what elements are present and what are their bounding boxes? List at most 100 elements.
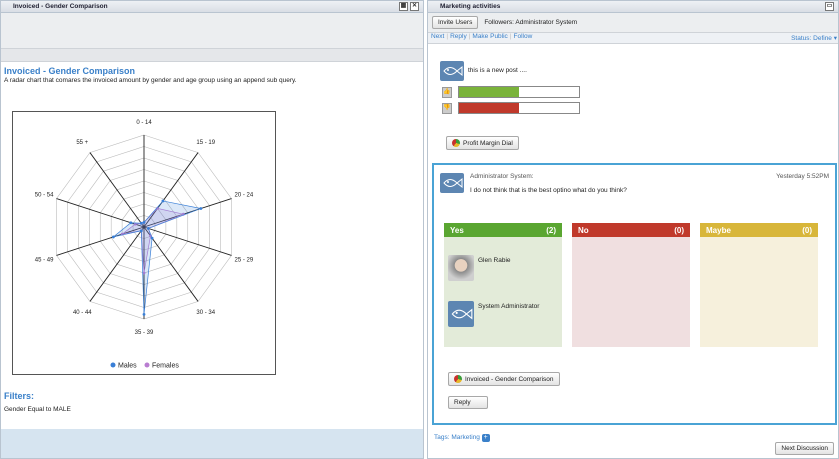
nav-separator: | <box>468 33 471 40</box>
radar-category-label: 50 - 54 <box>35 193 54 199</box>
report-heading: Invoiced - Gender Comparison <box>4 66 136 76</box>
status-dropdown[interactable]: Status: Define ▾ <box>791 34 837 42</box>
thumbs-down-icon[interactable]: 👎 <box>442 103 452 114</box>
nav-separator: | <box>509 33 512 40</box>
nav-make-public-link[interactable]: Make Public <box>472 33 507 40</box>
report-description: A radar chart that comares the invoiced … <box>4 77 297 84</box>
voter-item: System Administrator <box>448 301 558 329</box>
vote-column-count: (0) <box>674 226 684 235</box>
vote-column-maybe[interactable]: Maybe (0) <box>700 223 818 347</box>
fish-icon <box>443 65 463 77</box>
legend-label: Females <box>152 363 179 370</box>
filters-title: Filters: <box>4 391 35 401</box>
report-footer <box>1 429 423 458</box>
radar-axis <box>89 152 145 228</box>
vote-column-label: Yes <box>450 226 464 235</box>
like-bar <box>458 86 580 98</box>
profit-margin-dial-button[interactable]: Profit Margin Dial <box>446 136 519 150</box>
discussion-titlebar: Marketing activities ▭ <box>428 1 838 13</box>
voter-photo <box>448 255 474 281</box>
vote-column-count: (2) <box>546 226 556 235</box>
nav-next-link[interactable]: Next <box>431 33 444 40</box>
filters-text: Gender Equal to MALE <box>4 406 71 413</box>
post-text: I do not think that is the best optino w… <box>470 187 627 194</box>
discussion-post: Administrator System: Yesterday 5:52PM I… <box>432 163 837 425</box>
legend-marker <box>144 362 150 368</box>
vote-column-header: Yes (2) <box>444 223 562 237</box>
post-author: Administrator System: <box>470 173 534 180</box>
vote-column-yes[interactable]: Yes (2) Glen Rabie System Administrator <box>444 223 562 347</box>
radar-chart: 0 - 14 15 - 19 20 - 24 25 - 29 30 - 34 35 - 3… <box>35 120 254 370</box>
radar-axis <box>89 226 145 302</box>
tags-line: Tags: Marketing + <box>434 434 490 442</box>
radar-point <box>139 229 143 233</box>
radar-category-label: 45 - 49 <box>35 257 54 263</box>
fish-icon <box>451 308 473 320</box>
gender-comparison-attachment-button[interactable]: Invoiced - Gender Comparison <box>448 372 560 386</box>
radar-category-label: 55 + <box>76 140 88 146</box>
vote-column-header: Maybe (0) <box>700 223 818 237</box>
radar-category-label: 15 - 19 <box>196 140 215 146</box>
voter-photo <box>448 301 474 327</box>
add-tag-icon[interactable]: + <box>481 434 490 442</box>
radar-point <box>142 313 146 316</box>
radar-point <box>146 227 150 230</box>
vote-column-header: No (0) <box>572 223 690 237</box>
radar-point <box>161 199 165 203</box>
maximize-icon[interactable]: ▭ <box>825 2 834 11</box>
close-icon[interactable]: ✕ <box>410 2 419 11</box>
radar-point <box>150 236 154 240</box>
attachment-button-label: Invoiced - Gender Comparison <box>465 375 554 383</box>
voter-name: System Administrator <box>478 303 540 310</box>
discussion-nav: Next | Reply | Make Public | Follow Status: De… <box>428 33 838 44</box>
vote-column-label: No <box>578 226 589 235</box>
radar-category-label: 20 - 24 <box>235 193 254 199</box>
report-panel-title: Invoiced - Gender Comparison <box>13 3 108 10</box>
report-strip <box>1 49 423 62</box>
profit-button-label: Profit Margin Dial <box>463 139 513 147</box>
radar-category-label: 0 - 14 <box>136 120 152 126</box>
nav-separator: | <box>446 33 449 40</box>
nav-reply-link[interactable]: Reply <box>450 33 467 40</box>
status-label: Status: Define <box>791 35 832 42</box>
followers-text: Followers: Administrator System <box>484 19 578 26</box>
discussion-panel: Marketing activities ▭ Invite Users Foll… <box>427 0 839 459</box>
radar-category-label: 35 - 39 <box>135 330 154 336</box>
next-discussion-button[interactable]: Next Discussion <box>775 442 834 455</box>
voter-item: Glen Rabie <box>448 255 558 283</box>
thumbs-up-icon[interactable]: 👍 <box>442 87 452 98</box>
author-avatar <box>440 61 464 81</box>
legend-marker <box>110 362 116 368</box>
reply-button[interactable]: Reply <box>448 396 488 409</box>
first-post-text: this is a new post .... <box>468 67 527 74</box>
dial-icon <box>452 139 460 147</box>
post-time: Yesterday 5:52PM <box>776 173 829 180</box>
radar-point <box>199 207 203 210</box>
radar-chart-box: 0 - 14 15 - 19 20 - 24 25 - 29 30 - 34 35 - 3… <box>12 111 276 375</box>
radar-point <box>139 221 143 225</box>
vote-column-no[interactable]: No (0) <box>572 223 690 347</box>
nav-follow-link[interactable]: Follow <box>514 33 533 40</box>
report-panel: Invoiced - Gender Comparison ▦ ✕ Invoice… <box>0 0 424 459</box>
report-titlebar: Invoiced - Gender Comparison ▦ ✕ <box>1 1 423 13</box>
invite-users-button[interactable]: Invite Users <box>432 16 479 29</box>
chart-view-icon[interactable]: ▦ <box>399 2 408 11</box>
fish-icon <box>443 177 463 189</box>
post-author-avatar <box>440 173 464 193</box>
voter-name: Glen Rabie <box>478 257 511 264</box>
radar-point <box>142 221 146 224</box>
vote-column-count: (0) <box>802 226 812 235</box>
discussion-panel-title: Marketing activities <box>440 3 501 10</box>
report-toolbar-area <box>1 13 423 49</box>
radar-point <box>111 235 115 239</box>
like-bar-fill <box>459 87 519 97</box>
dial-icon <box>454 375 462 383</box>
radar-point <box>129 221 133 225</box>
discussion-toolbar: Invite Users Followers: Administrator Sy… <box>428 13 838 33</box>
tags-text[interactable]: Tags: Marketing <box>434 434 480 441</box>
radar-category-label: 25 - 29 <box>235 257 254 263</box>
dislike-bar <box>458 102 580 114</box>
radar-category-label: 30 - 34 <box>196 310 215 316</box>
vote-column-label: Maybe <box>706 226 731 235</box>
legend-label: Males <box>118 363 137 370</box>
